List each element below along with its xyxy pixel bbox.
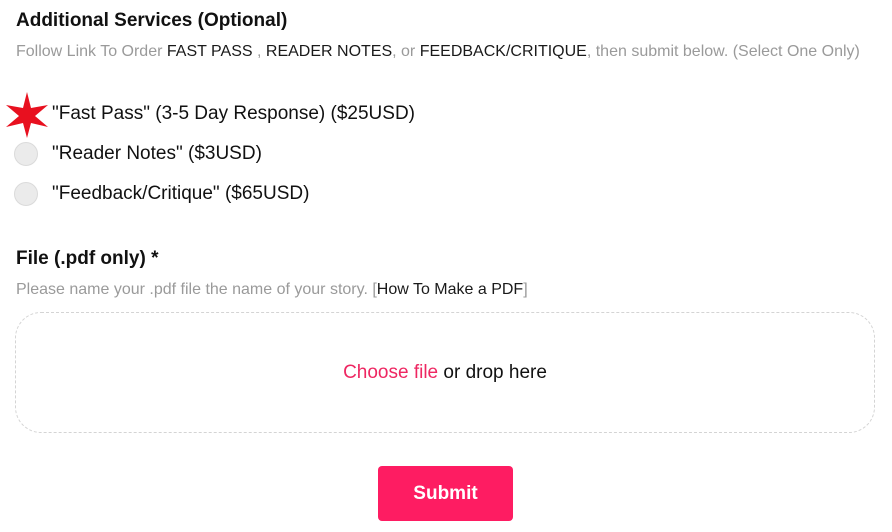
radio-feedback[interactable]	[14, 182, 38, 206]
option-reader-notes-label[interactable]: "Reader Notes" ($3USD)	[52, 143, 262, 165]
drop-here-text: or drop here	[438, 361, 547, 383]
services-help-sep2: , or	[392, 43, 420, 60]
submit-button[interactable]: Submit	[378, 466, 513, 521]
services-help-sep1: ,	[252, 43, 266, 60]
file-help: Please name your .pdf file the name of y…	[16, 279, 528, 301]
radio-reader-notes[interactable]	[14, 142, 38, 166]
file-title: File (.pdf only) *	[16, 248, 159, 269]
fast-pass-link[interactable]: FAST PASS	[167, 43, 253, 60]
order-form: Additional Services (Optional) Follow Li…	[0, 0, 892, 532]
option-fast-pass-label[interactable]: "Fast Pass" (3-5 Day Response) ($25USD)	[52, 103, 415, 125]
option-reader-notes[interactable]: "Reader Notes" ($3USD)	[14, 140, 262, 168]
how-to-pdf-link[interactable]: How To Make a PDF	[377, 281, 523, 298]
file-dropzone[interactable]: Choose file or drop here	[15, 312, 875, 433]
file-help-suffix: ]	[523, 281, 528, 298]
file-help-prefix: Please name your .pdf file the name of y…	[16, 281, 377, 298]
option-feedback-label[interactable]: "Feedback/Critique" ($65USD)	[52, 183, 309, 205]
choose-file-link[interactable]: Choose file	[343, 362, 438, 384]
option-feedback[interactable]: "Feedback/Critique" ($65USD)	[14, 180, 309, 208]
services-help-suffix: , then submit below. (Select One Only)	[586, 43, 860, 60]
reader-notes-link[interactable]: READER NOTES	[266, 43, 392, 60]
feedback-link[interactable]: FEEDBACK/CRITIQUE	[420, 43, 587, 60]
services-help-prefix: Follow Link To Order	[16, 43, 167, 60]
services-title: Additional Services (Optional)	[16, 10, 288, 31]
option-fast-pass[interactable]: "Fast Pass" (3-5 Day Response) ($25USD)	[14, 100, 415, 128]
services-help: Follow Link To Order FAST PASS , READER …	[16, 41, 876, 63]
